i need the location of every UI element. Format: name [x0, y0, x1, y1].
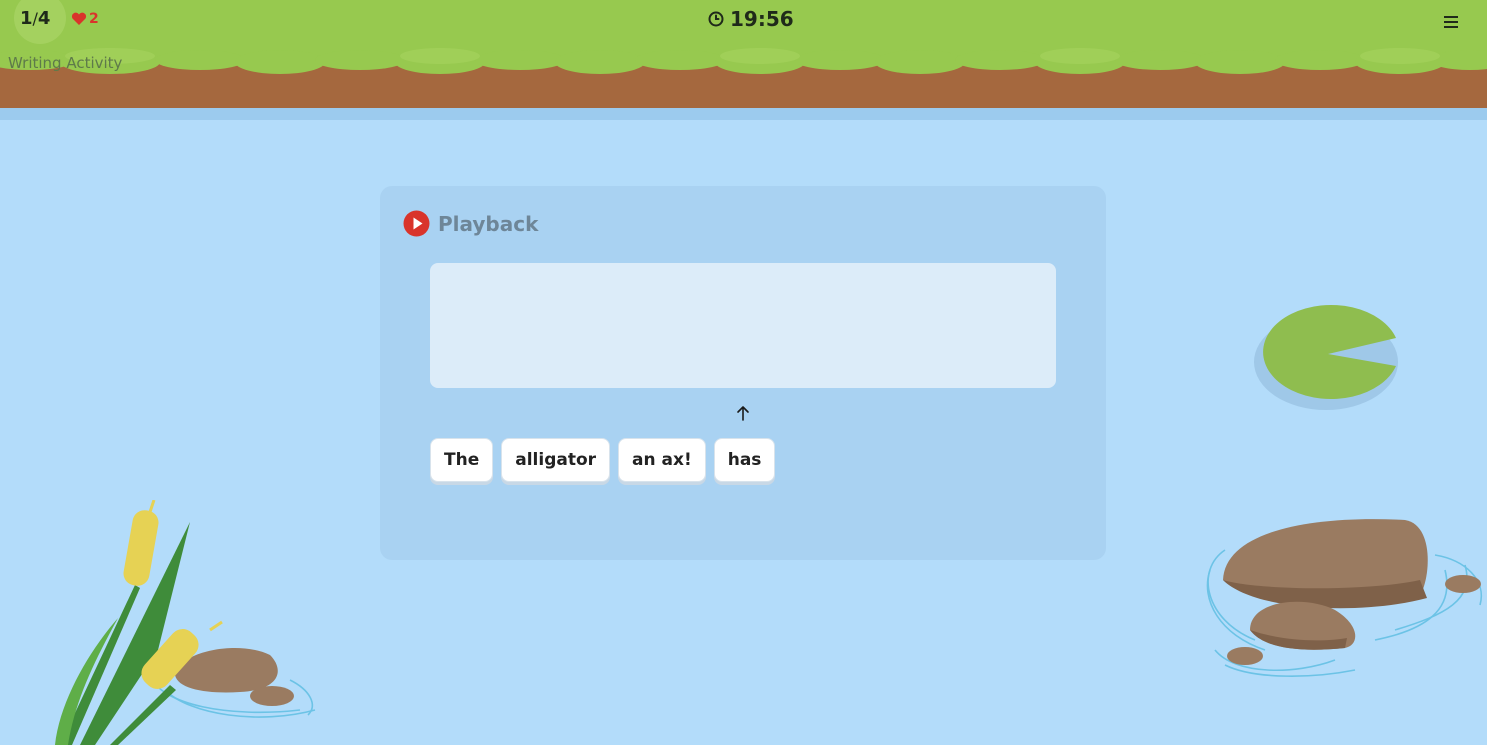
header-bar: 1/4 2 Writing Activity 19:56 [0, 0, 1487, 120]
word-bank: The alligator an ax! has [430, 438, 776, 482]
rocks-decoration-right [1206, 519, 1483, 677]
hamburger-menu-icon [1444, 16, 1458, 28]
lives-indicator: 2 [71, 11, 99, 27]
cattails-decoration [55, 500, 316, 745]
play-icon [403, 210, 430, 237]
timer: 19:56 [708, 7, 794, 31]
word-tile[interactable]: The [430, 438, 494, 482]
arrow-up-icon [737, 406, 749, 421]
lily-pad-decoration [1254, 305, 1398, 410]
progress-total: 4 [37, 8, 51, 29]
heart-icon [71, 12, 87, 25]
activity-title: Writing Activity [8, 54, 123, 72]
clock-icon [708, 11, 724, 27]
timer-value: 19:56 [730, 7, 794, 31]
playback-button[interactable]: Playback [403, 210, 538, 237]
word-tile[interactable]: an ax! [618, 438, 706, 482]
lives-count: 2 [89, 11, 99, 27]
word-tile[interactable]: alligator [501, 438, 611, 482]
word-tile[interactable]: has [713, 438, 776, 482]
playback-label: Playback [438, 211, 539, 236]
menu-button[interactable] [1440, 11, 1462, 33]
answer-drop-zone[interactable] [430, 263, 1056, 388]
progress-counter: 1/4 [20, 8, 50, 29]
writing-panel: Playback The alligator an ax! has [380, 186, 1106, 560]
progress-current: 1 [20, 8, 33, 29]
